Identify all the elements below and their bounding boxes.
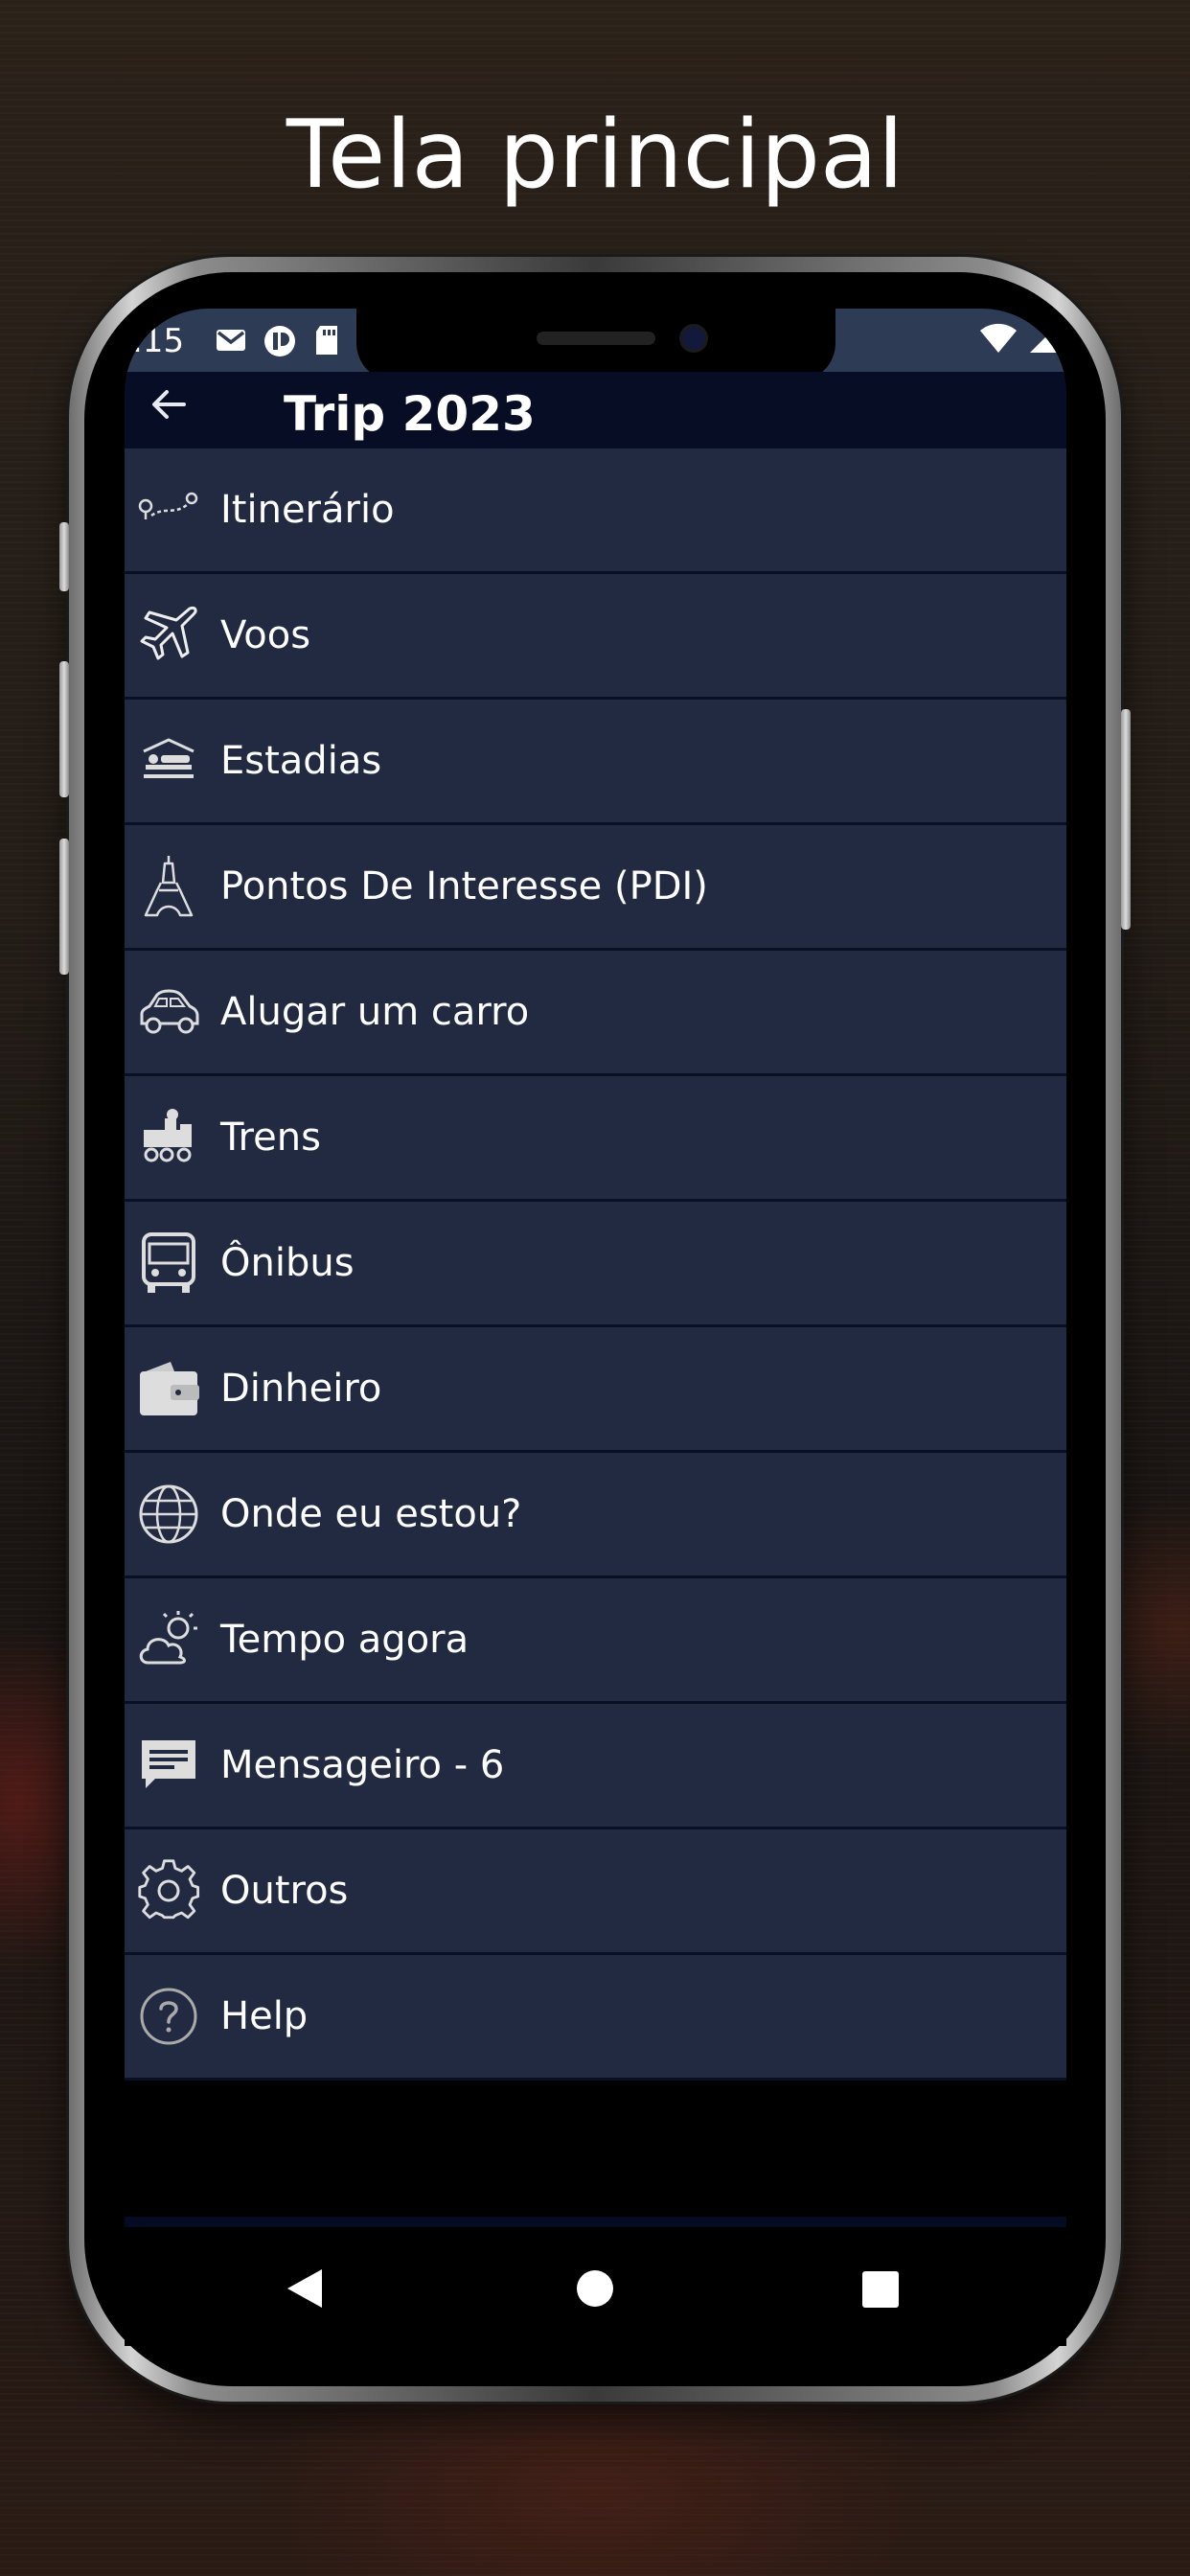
menu-item-itinerario[interactable]: Itinerário <box>125 448 1066 574</box>
nav-back-icon[interactable] <box>286 2267 324 2310</box>
earpiece-speaker <box>537 332 655 345</box>
front-camera <box>682 327 705 350</box>
menu-label-help: Help <box>220 1994 309 2038</box>
hotel-bed-icon <box>143 738 195 778</box>
menu-item-mensageiro[interactable]: Mensageiro - 6 <box>125 1704 1066 1829</box>
menu-label-outros: Outros <box>220 1869 349 1913</box>
nav-recents-icon[interactable] <box>862 2271 899 2308</box>
app-notification-icon <box>264 326 295 356</box>
eiffel-tower-icon <box>144 856 194 917</box>
menu-item-pontos-de-interesse[interactable]: Pontos De Interesse (PDI) <box>125 825 1066 951</box>
menu-item-onde-eu-estou[interactable]: Onde eu estou? <box>125 1453 1066 1578</box>
nav-home-icon[interactable] <box>576 2269 614 2308</box>
help-icon <box>140 1988 197 2045</box>
bus-icon <box>142 1232 195 1293</box>
menu-label-estadias: Estadias <box>220 739 382 783</box>
menu-label-voos: Voos <box>220 613 311 657</box>
menu-item-tempo-agora[interactable]: Tempo agora <box>125 1578 1066 1704</box>
volume-up-button <box>59 661 69 797</box>
volume-down-button <box>59 839 69 975</box>
menu-item-dinheiro[interactable]: Dinheiro <box>125 1327 1066 1453</box>
system-nav-bar <box>125 2227 1066 2346</box>
gmail-icon <box>217 330 245 351</box>
globe-icon <box>139 1484 198 1544</box>
power-button <box>1121 709 1131 930</box>
menu-item-estadias[interactable]: Estadias <box>125 700 1066 825</box>
menu-label-dinheiro: Dinheiro <box>220 1367 382 1411</box>
car-icon <box>140 989 199 1034</box>
menu-label-onibus: Ônibus <box>220 1241 355 1285</box>
menu-label-trens: Trens <box>220 1116 321 1160</box>
menu-item-voos[interactable]: Voos <box>125 574 1066 700</box>
menu-label-pontos-de-interesse: Pontos De Interesse (PDI) <box>220 864 708 908</box>
page-title: Trip 2023 <box>284 386 536 442</box>
camera-notch <box>356 309 835 381</box>
menu-label-mensageiro: Mensageiro - 6 <box>220 1743 505 1787</box>
back-arrow-icon[interactable] <box>146 381 192 427</box>
headline: Tela principal <box>286 101 904 210</box>
menu-item-trens[interactable]: Trens <box>125 1076 1066 1202</box>
menu-item-onibus[interactable]: Ônibus <box>125 1202 1066 1327</box>
train-icon <box>144 1109 192 1162</box>
message-icon <box>142 1740 195 1788</box>
route-icon <box>138 492 198 519</box>
status-time: .15 <box>132 322 185 360</box>
app-screen: .15 Trip 2023 Itinerário Voos Estadias P… <box>125 309 1066 2325</box>
menu-label-alugar-carro: Alugar um carro <box>220 990 530 1034</box>
app-toolbar: Trip 2023 <box>125 372 1066 448</box>
weather-icon <box>139 1611 197 1665</box>
menu-label-tempo-agora: Tempo agora <box>220 1618 469 1662</box>
menu-item-outros[interactable]: Outros <box>125 1829 1066 1955</box>
gear-icon <box>138 1859 200 1920</box>
menu-label-itinerario: Itinerário <box>220 488 395 532</box>
menu-label-onde-eu-estou: Onde eu estou? <box>220 1492 522 1536</box>
airplane-icon <box>140 607 197 660</box>
menu-item-help[interactable]: Help <box>125 1955 1066 2081</box>
menu-item-alugar-carro[interactable]: Alugar um carro <box>125 951 1066 1076</box>
wallet-icon <box>140 1362 199 1415</box>
wifi-icon <box>980 323 1017 353</box>
sd-card-icon <box>316 326 337 355</box>
mute-switch <box>59 522 69 591</box>
signal-icon <box>1030 324 1059 353</box>
main-menu: Itinerário Voos Estadias Pontos De Inter… <box>125 448 1066 2081</box>
